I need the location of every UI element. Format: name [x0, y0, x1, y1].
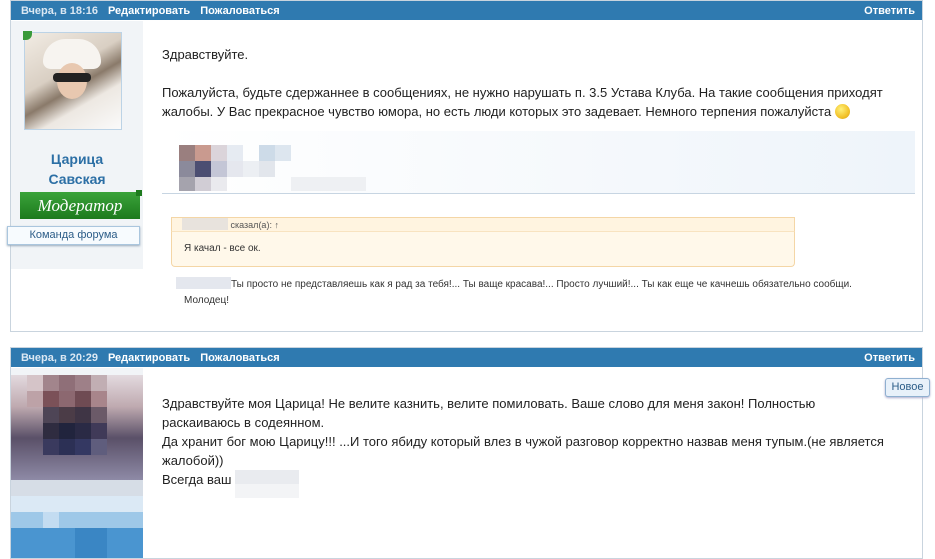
post-message: Здравствуйте моя Царица! Не велите казни…: [162, 394, 902, 498]
greeting-text: Здравствуйте.: [162, 47, 249, 62]
message-line: раскаиваюсь в содеянном.: [162, 415, 325, 430]
avatar[interactable]: [11, 375, 143, 558]
online-indicator: [23, 31, 32, 40]
blurred-username: [176, 277, 231, 289]
reply-link[interactable]: Ответить: [864, 352, 922, 364]
team-badge[interactable]: Команда форума: [7, 226, 140, 245]
report-link[interactable]: Пожаловаться: [200, 352, 280, 364]
message-line: жалобой)): [162, 453, 224, 468]
message-line: Всегда ваш: [162, 470, 902, 498]
smile-icon: [834, 104, 850, 119]
message-line: Здравствуйте моя Царица! Не велите казни…: [162, 396, 816, 411]
message-line: Да хранит бог мою Царицу!!! ...И того яб…: [162, 434, 884, 449]
reply-text: Ты просто не представляешь как я рад за …: [176, 277, 901, 309]
quote-header: сказал(а): ↑: [171, 217, 795, 232]
username[interactable]: Царица Савская: [11, 149, 143, 189]
post-2: Вчера, в 20:29 Редактировать Пожаловатьс…: [10, 347, 930, 559]
edit-link[interactable]: Редактировать: [108, 352, 190, 364]
post-date-link[interactable]: Вчера, в 18:16: [21, 5, 98, 17]
post-1: Вчера, в 18:16 Редактировать Пожаловатьс…: [7, 0, 923, 332]
author-panel: [11, 368, 143, 558]
blurred-username: [235, 470, 300, 498]
post-message: Здравствуйте. Пожалуйста, будьте сдержан…: [162, 45, 902, 121]
post-header: Вчера, в 20:29 Редактировать Пожаловатьс…: [11, 348, 922, 367]
avatar[interactable]: [23, 31, 122, 130]
quote-body: Я качал - все ок.: [171, 231, 795, 267]
edit-link[interactable]: Редактировать: [108, 5, 190, 17]
signature-area: [162, 131, 915, 194]
moderator-badge: Модератор: [20, 190, 142, 219]
report-link[interactable]: Пожаловаться: [200, 5, 280, 17]
post-header: Вчера, в 18:16 Редактировать Пожаловатьс…: [11, 1, 922, 20]
author-panel: Царица Савская Модератор Команда форума: [7, 21, 143, 269]
message-line: жалобы. У Вас прекрасное чувство юмора, …: [162, 102, 902, 121]
reply-link[interactable]: Ответить: [864, 5, 922, 17]
message-line: Пожалуйста, будьте сдержаннее в сообщени…: [162, 85, 883, 100]
post-date-link[interactable]: Вчера, в 20:29: [21, 352, 98, 364]
